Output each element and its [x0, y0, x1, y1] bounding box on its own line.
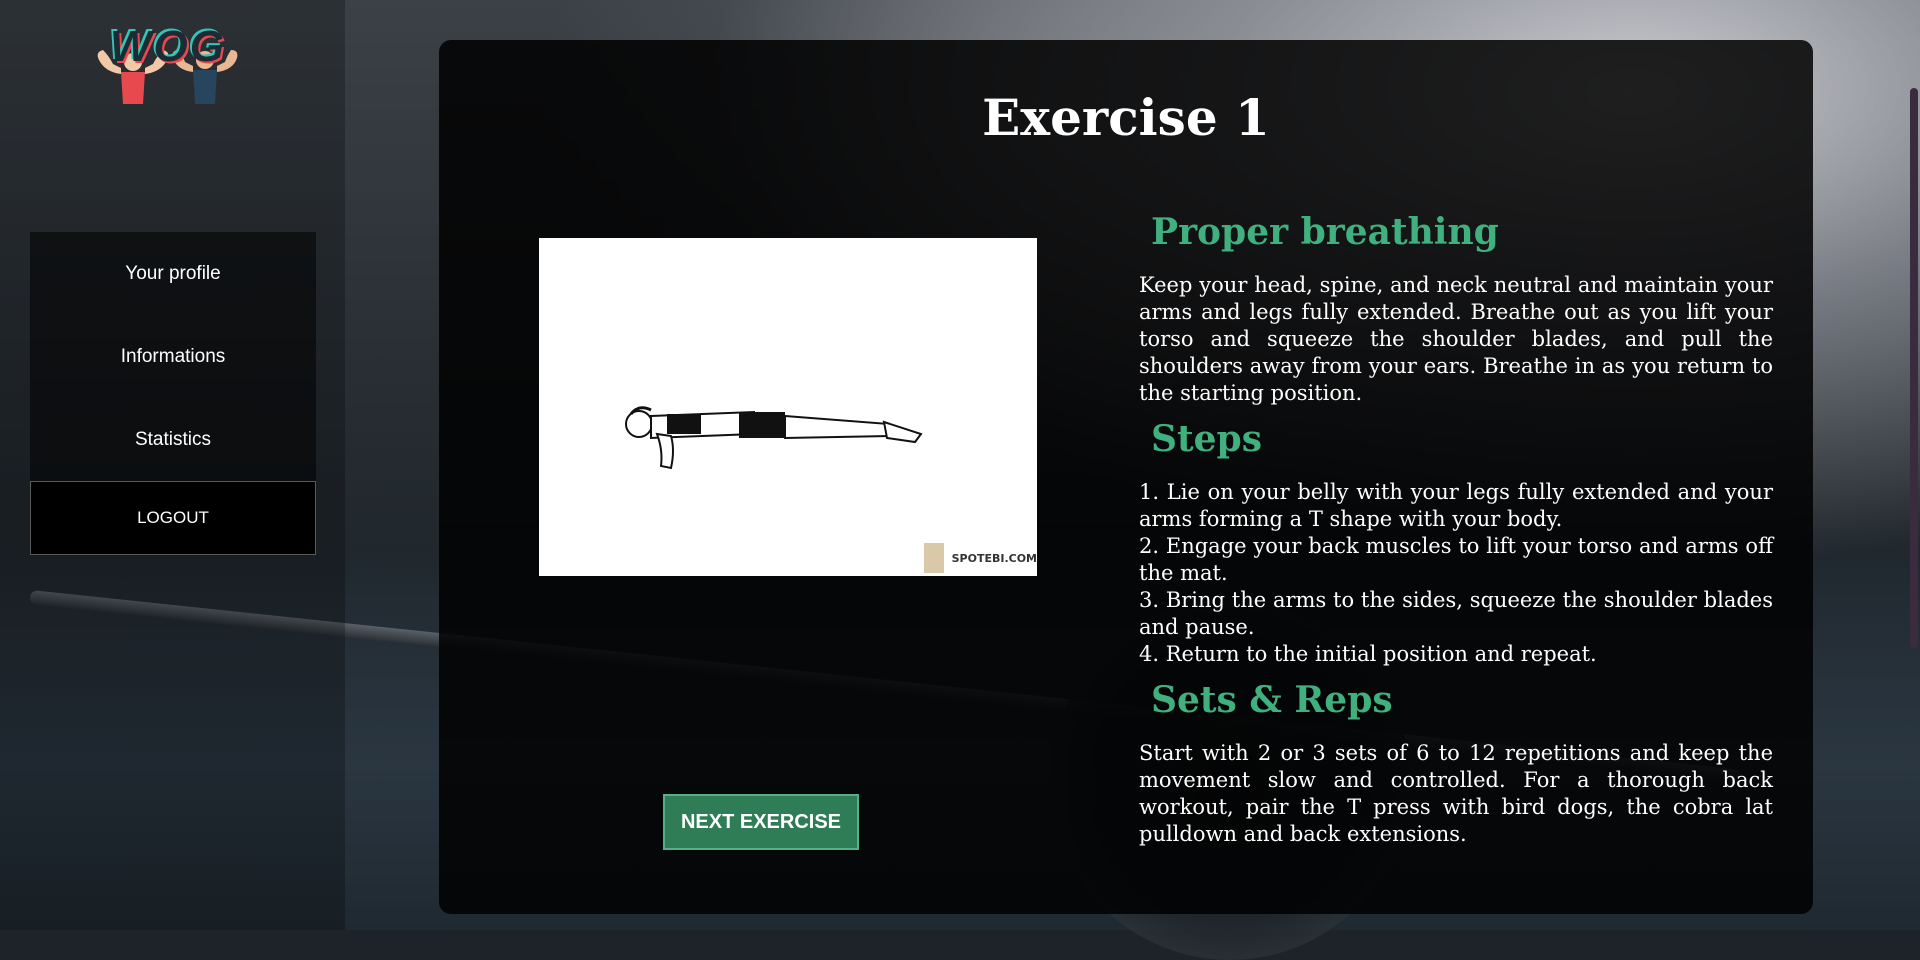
exercise-illustration: SPOTEBI.COM	[539, 238, 1037, 576]
steps-list: 1. Lie on your belly with your legs full…	[1139, 479, 1773, 668]
page-title: Exercise 1	[982, 88, 1270, 147]
watermark: SPOTEBI.COM	[923, 542, 1037, 574]
watermark-icon	[923, 543, 944, 573]
exercise-panel: Exercise 1 SPOTEBI.COM NEXT EXERCISE Pro…	[439, 40, 1813, 914]
sets-text: Start with 2 or 3 sets of 6 to 12 repeti…	[1139, 741, 1773, 846]
logout-button[interactable]: LOGOUT	[30, 481, 316, 555]
exercise-figure	[625, 406, 923, 470]
watermark-text: SPOTEBI.COM	[951, 551, 1037, 565]
breathing-section: Proper breathing Keep your head, spine, …	[1139, 210, 1773, 407]
sidebar-item-informations[interactable]: Informations	[30, 315, 316, 398]
step-item: 2. Engage your back muscles to lift your…	[1139, 534, 1773, 585]
step-item: 4. Return to the initial position and re…	[1139, 642, 1597, 666]
breathing-heading: Proper breathing	[1151, 211, 1499, 253]
sets-heading: Sets & Reps	[1151, 679, 1393, 721]
step-item: 3. Bring the arms to the sides, squeeze …	[1139, 588, 1773, 639]
logo-text: WOG	[110, 22, 226, 71]
steps-section: Steps 1. Lie on your belly with your leg…	[1139, 417, 1773, 668]
exercise-instructions: Proper breathing Keep your head, spine, …	[1139, 210, 1773, 858]
sets-section: Sets & Reps Start with 2 or 3 sets of 6 …	[1139, 678, 1773, 848]
steps-heading: Steps	[1151, 418, 1262, 460]
sidebar-item-statistics[interactable]: Statistics	[30, 398, 316, 481]
next-exercise-button[interactable]: NEXT EXERCISE	[663, 794, 859, 850]
logo[interactable]: WOG	[85, 22, 260, 108]
breathing-text: Keep your head, spine, and neck neutral …	[1139, 273, 1773, 405]
step-item: 1. Lie on your belly with your legs full…	[1139, 480, 1773, 531]
page-scrollbar[interactable]	[1908, 0, 1920, 930]
sidebar-item-your-profile[interactable]: Your profile	[30, 232, 316, 315]
sidebar-menu: Your profile Informations Statistics	[30, 232, 316, 482]
scrollbar-thumb[interactable]	[1910, 88, 1918, 648]
